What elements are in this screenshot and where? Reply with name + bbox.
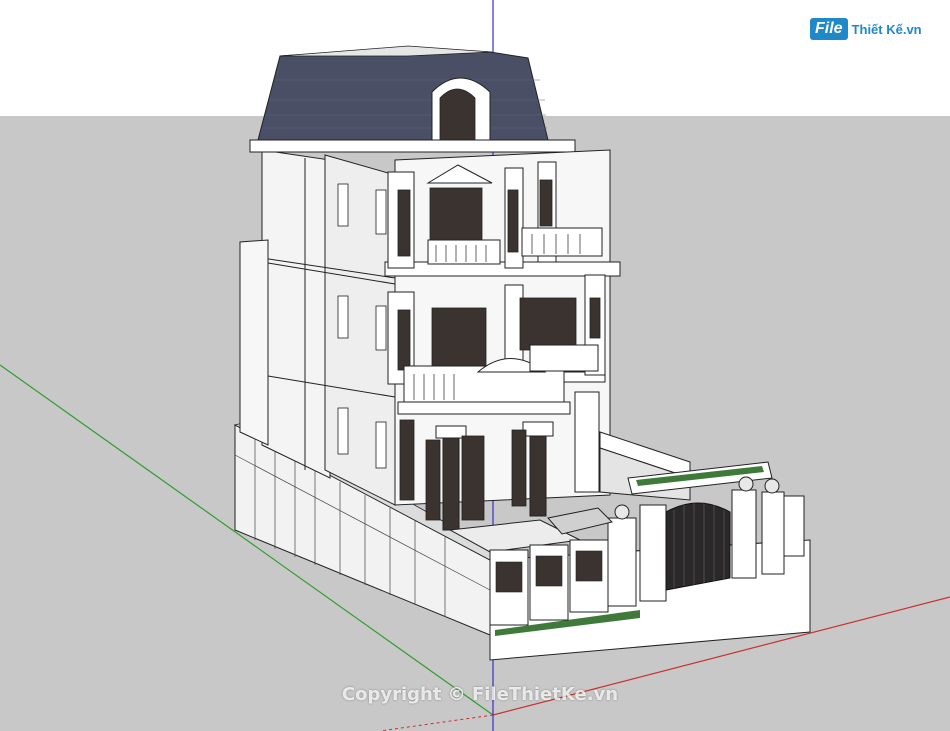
mansard-roof <box>257 47 549 147</box>
top-side-balcony <box>521 227 603 257</box>
3d-viewport[interactable]: File Thiết Kế.vn Copyright © FileThietKe… <box>0 0 950 731</box>
left-bay <box>239 239 269 446</box>
dormer <box>431 77 491 146</box>
roof-cornice <box>249 139 576 153</box>
copyright-watermark: Copyright © FileThietKe.vn <box>341 684 619 705</box>
floor-band-2 <box>384 261 621 277</box>
iron-gate <box>665 502 731 591</box>
top-balcony <box>427 239 501 265</box>
left-wing-wall <box>261 149 331 479</box>
site-logo: File Thiết Kế.vn <box>810 12 940 46</box>
logo-badge: File <box>810 18 848 40</box>
logo-text: Thiết Kế.vn <box>851 21 922 37</box>
model-canvas <box>0 0 950 731</box>
